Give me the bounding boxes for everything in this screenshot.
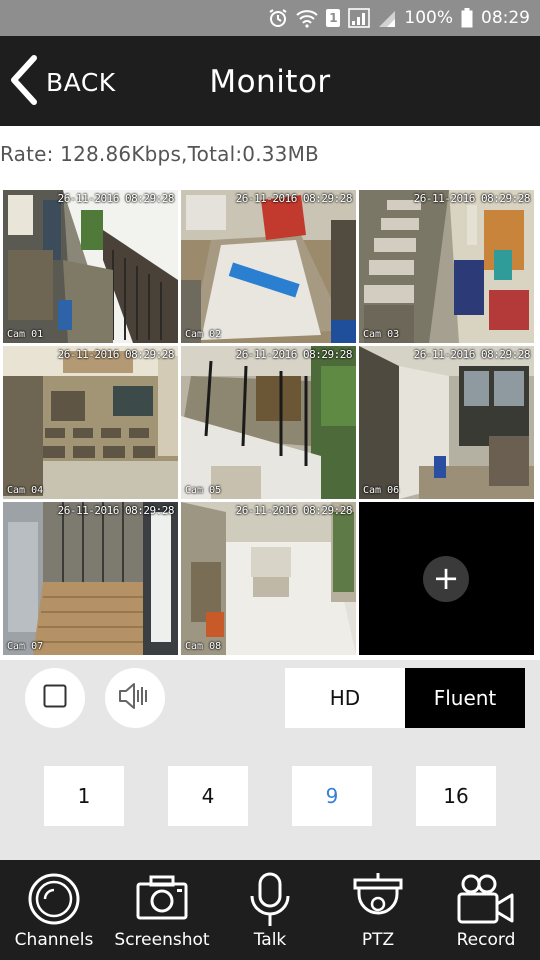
split-9-button[interactable]: 9 xyxy=(292,766,372,826)
nav-ptz[interactable]: PTZ xyxy=(324,860,432,960)
camera-feed xyxy=(359,346,534,499)
nav-screenshot[interactable]: Screenshot xyxy=(108,860,216,960)
split-4-button[interactable]: 4 xyxy=(168,766,248,826)
alarm-icon xyxy=(268,8,288,28)
camera-label: Cam 06 xyxy=(363,485,400,496)
camera-tile[interactable]: 26-11-2016 08:29:28 Cam 03 xyxy=(359,190,534,343)
signal-icon xyxy=(348,8,371,28)
hd-button[interactable]: HD xyxy=(285,668,405,728)
camera-label: Cam 03 xyxy=(363,329,400,340)
camera-timestamp: 26-11-2016 08:29:28 xyxy=(57,504,175,517)
camera-timestamp: 26-11-2016 08:29:28 xyxy=(235,192,353,205)
camera-tile[interactable]: 26-11-2016 08:29:28 Cam 08 xyxy=(181,502,356,655)
camera-label: Cam 02 xyxy=(185,329,222,340)
rate-text: Rate: 128.86Kbps,Total:0.33MB xyxy=(0,142,319,166)
nav-label: PTZ xyxy=(361,930,395,950)
camera-label: Cam 05 xyxy=(185,485,222,496)
camera-timestamp: 26-11-2016 08:29:28 xyxy=(413,348,531,361)
camera-timestamp: 26-11-2016 08:29:28 xyxy=(235,504,353,517)
camera-feed xyxy=(359,190,534,343)
sim-badge: 1 xyxy=(326,9,341,27)
nav-label: Channels xyxy=(14,930,94,950)
signal-icon xyxy=(378,8,396,28)
ptz-dome-icon xyxy=(351,872,405,932)
camera-feed xyxy=(3,502,178,655)
battery-percent: 100% xyxy=(404,8,453,28)
fluent-button[interactable]: Fluent xyxy=(405,668,525,728)
camera-tile[interactable]: 26-11-2016 08:29:28 Cam 02 xyxy=(181,190,356,343)
camera-label: Cam 04 xyxy=(7,485,44,496)
camera-tile[interactable]: 26-11-2016 08:29:28 Cam 01 xyxy=(3,190,178,343)
clock: 08:29 xyxy=(481,8,530,28)
camera-feed xyxy=(3,190,178,343)
video-camera-icon xyxy=(456,872,516,930)
camera-label: Cam 07 xyxy=(7,641,44,652)
add-camera-button[interactable]: + xyxy=(423,556,469,602)
nav-label: Talk xyxy=(253,930,287,950)
nav-label: Record xyxy=(456,930,516,950)
camera-tile[interactable]: 26-11-2016 08:29:28 Cam 04 xyxy=(3,346,178,499)
camera-feed xyxy=(181,190,356,343)
camera-feed xyxy=(3,346,178,499)
camera-label: Cam 08 xyxy=(185,641,222,652)
audio-button[interactable] xyxy=(105,668,165,728)
camera-timestamp: 26-11-2016 08:29:28 xyxy=(413,192,531,205)
camera-timestamp: 26-11-2016 08:29:28 xyxy=(57,192,175,205)
stream-quality-toggle: HD Fluent xyxy=(285,668,525,728)
camera-grid: 26-11-2016 08:29:28 Cam 01 26-11-2016 08… xyxy=(0,188,540,660)
camera-feed xyxy=(181,346,356,499)
camera-feed xyxy=(181,502,356,655)
channels-icon xyxy=(27,872,81,930)
camera-icon xyxy=(135,872,189,926)
stop-button[interactable] xyxy=(25,668,85,728)
square-icon xyxy=(43,684,67,712)
control-panel: HD Fluent 1 4 9 16 xyxy=(0,660,540,860)
page-title: Monitor xyxy=(209,64,331,100)
nav-talk[interactable]: Talk xyxy=(216,860,324,960)
empty-camera-slot[interactable]: + xyxy=(359,502,534,655)
wifi-icon xyxy=(296,8,319,28)
battery-icon xyxy=(461,8,473,28)
nav-channels[interactable]: Channels xyxy=(0,860,108,960)
camera-timestamp: 26-11-2016 08:29:28 xyxy=(235,348,353,361)
bottom-nav: Channels Screenshot Talk PTZ Record xyxy=(0,860,540,960)
split-1-button[interactable]: 1 xyxy=(44,766,124,826)
speaker-icon xyxy=(117,681,153,715)
status-bar: 1 100% 08:29 xyxy=(0,0,540,36)
app-header: BACK Monitor xyxy=(0,36,540,126)
camera-tile[interactable]: 26-11-2016 08:29:28 Cam 05 xyxy=(181,346,356,499)
nav-label: Screenshot xyxy=(114,930,210,950)
camera-tile[interactable]: 26-11-2016 08:29:28 Cam 06 xyxy=(359,346,534,499)
camera-label: Cam 01 xyxy=(7,329,44,340)
nav-record[interactable]: Record xyxy=(432,860,540,960)
camera-timestamp: 26-11-2016 08:29:28 xyxy=(57,348,175,361)
camera-tile[interactable]: 26-11-2016 08:29:28 Cam 07 xyxy=(3,502,178,655)
microphone-icon xyxy=(247,872,293,932)
split-16-button[interactable]: 16 xyxy=(416,766,496,826)
